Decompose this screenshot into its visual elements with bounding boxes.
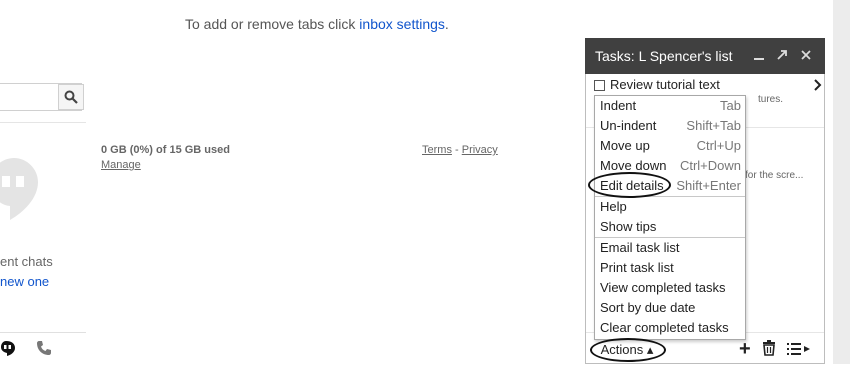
task-checkbox[interactable] <box>594 80 605 91</box>
search-button[interactable] <box>58 84 84 110</box>
menu-item-label: Edit details <box>600 178 664 193</box>
menu-item-label: Indent <box>600 98 637 113</box>
menu-item-clear-completed-tasks[interactable]: Clear completed tasks <box>595 318 745 338</box>
privacy-link[interactable]: Privacy <box>462 144 498 156</box>
menu-item-indent[interactable]: Indent Tab <box>595 96 745 116</box>
menu-item-email-task-list[interactable]: Email task list <box>595 238 745 258</box>
phone-icon[interactable] <box>36 340 52 356</box>
add-icon[interactable]: + <box>739 339 751 359</box>
menu-item-label: Un-indent <box>600 118 657 133</box>
start-new-chat-link[interactable]: new one <box>0 274 49 289</box>
page-scrollbar[interactable] <box>833 0 850 364</box>
footer-separator: - <box>451 144 462 156</box>
task-note-text: tures. <box>758 94 784 105</box>
menu-item-edit-details[interactable]: Edit details Shift+Enter <box>595 176 745 196</box>
task-item-text[interactable]: Review tutorial text <box>610 77 720 92</box>
menu-item-show-tips[interactable]: Show tips <box>595 217 745 237</box>
menu-item-help[interactable]: Help <box>595 197 745 217</box>
menu-item-shortcut: Shift+Tab <box>686 118 741 133</box>
task-note-text: for the scre... <box>745 170 804 181</box>
menu-item-print-task-list[interactable]: Print task list <box>595 258 745 278</box>
search-icon <box>64 90 78 104</box>
task-details-arrow-icon[interactable] <box>814 78 822 94</box>
storage-usage: 0 GB (0%) of 15 GB used <box>101 144 230 156</box>
task-item[interactable]: Review tutorial text <box>594 77 824 95</box>
menu-item-un-indent[interactable]: Un-indent Shift+Tab <box>595 116 745 136</box>
trash-icon[interactable] <box>762 340 776 356</box>
actions-menu: Indent Tab Un-indent Shift+Tab Move up C… <box>594 95 746 340</box>
menu-item-label: Move up <box>600 138 650 153</box>
list-menu-icon[interactable] <box>787 342 811 356</box>
actions-button[interactable]: Actions ▴ <box>590 339 664 361</box>
menu-item-move-up[interactable]: Move up Ctrl+Up <box>595 136 745 156</box>
menu-item-label: Email task list <box>600 240 680 255</box>
manage-storage-link[interactable]: Manage <box>101 159 141 171</box>
menu-item-shortcut: Tab <box>720 98 741 113</box>
close-icon[interactable] <box>798 47 814 63</box>
menu-item-label: Show tips <box>600 219 657 234</box>
hangouts-chat-icon[interactable] <box>0 340 16 358</box>
no-recent-chats-text: ent chats <box>0 254 53 269</box>
inbox-tabs-notice: To add or remove tabs click inbox settin… <box>185 16 449 32</box>
notice-period: . <box>444 16 449 32</box>
hangouts-logo-icon <box>0 158 38 220</box>
menu-item-move-down[interactable]: Move down Ctrl+Down <box>595 156 745 176</box>
notice-text: To add or remove tabs click <box>185 16 360 32</box>
divider <box>0 122 86 123</box>
menu-item-shortcut: Ctrl+Down <box>679 158 741 173</box>
menu-item-shortcut: Ctrl+Up <box>696 138 741 153</box>
menu-item-label: Clear completed tasks <box>600 320 729 335</box>
menu-item-view-completed-tasks[interactable]: View completed tasks <box>595 278 745 298</box>
menu-item-shortcut: Shift+Enter <box>676 178 741 193</box>
menu-item-label: Help <box>600 199 627 214</box>
inbox-settings-link[interactable]: inbox settings <box>359 16 445 32</box>
tasks-header[interactable]: Tasks: L Spencer's list <box>585 38 825 74</box>
minimize-icon[interactable] <box>751 47 767 63</box>
popout-icon[interactable] <box>774 47 790 63</box>
tasks-title: Tasks: L Spencer's list <box>595 48 733 64</box>
menu-item-label: Sort by due date <box>600 300 696 315</box>
menu-item-label: View completed tasks <box>600 280 726 295</box>
terms-link[interactable]: Terms <box>422 144 452 156</box>
menu-item-sort-by-due-date[interactable]: Sort by due date <box>595 298 745 318</box>
menu-item-label: Print task list <box>600 260 674 275</box>
menu-item-label: Move down <box>600 158 667 173</box>
footer-links: Terms - Privacy <box>422 144 498 156</box>
